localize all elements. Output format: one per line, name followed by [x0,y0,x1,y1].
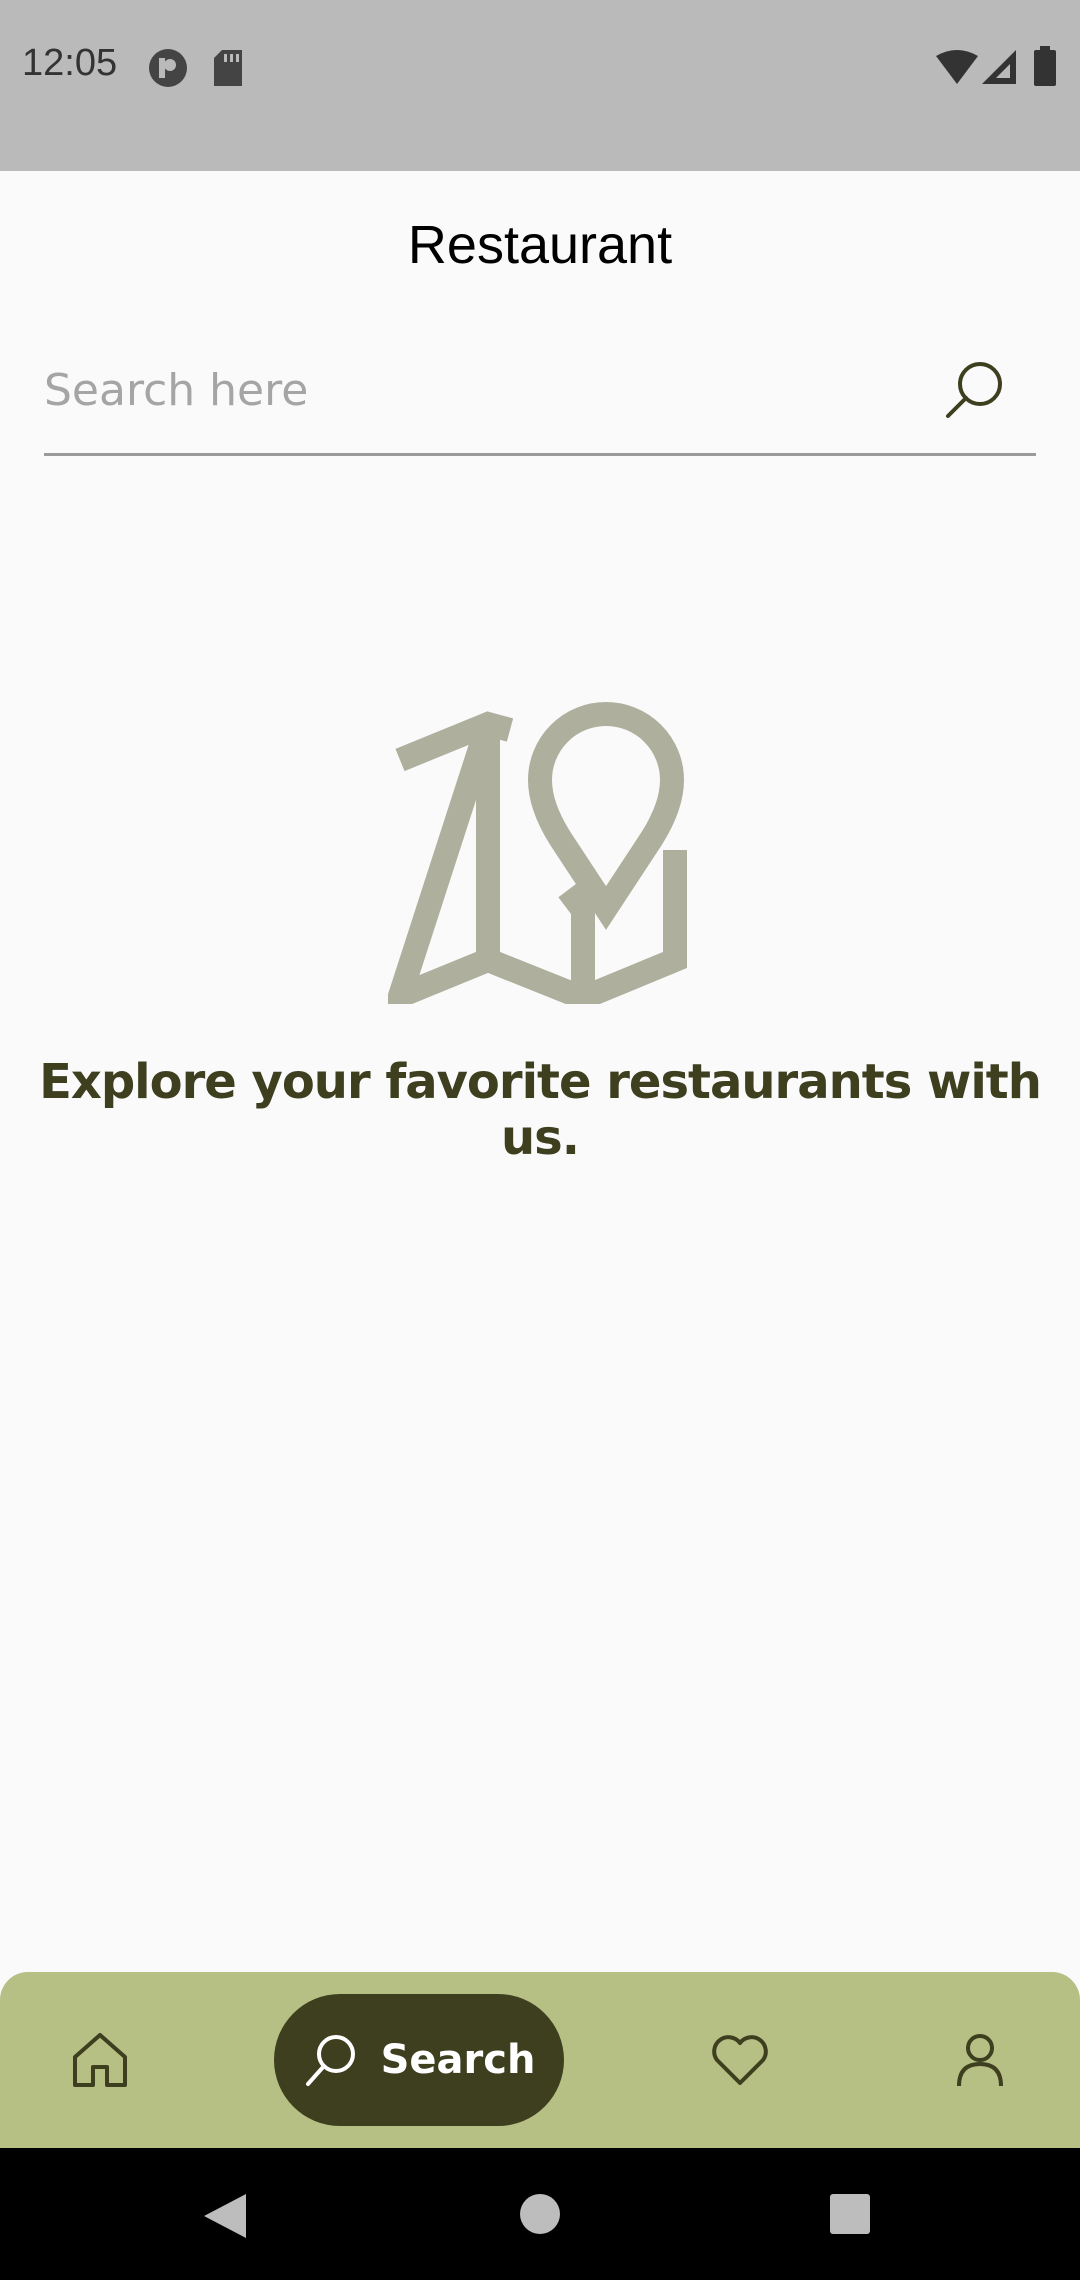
user-icon [957,2034,1003,2087]
home-icon [73,2033,127,2087]
app-notification-icon [149,49,187,87]
system-navigation-bar [0,2148,1080,2280]
cell-signal-icon [982,50,1016,84]
search-input[interactable] [44,340,924,440]
search-bar [44,340,1036,456]
status-bar: 12:05 [0,0,1080,171]
nav-search-label: Search [380,2037,536,2083]
bottom-navigation: Search [0,1972,1080,2148]
empty-state-message: Explore your favorite restaurants with u… [39,1054,1042,1166]
sd-card-icon [214,50,242,86]
recents-icon[interactable] [830,2194,870,2234]
nav-favorites[interactable] [680,1972,800,2148]
battery-icon [1034,46,1056,86]
wifi-icon [936,50,978,84]
nav-home[interactable] [40,1972,160,2148]
search-icon[interactable] [942,358,1006,422]
search-icon [305,2035,355,2086]
back-icon[interactable] [204,2194,246,2238]
nav-profile[interactable] [920,1972,1040,2148]
map-pin-icon [388,702,687,1004]
nav-search[interactable]: Search [274,1994,564,2126]
status-time: 12:05 [22,42,118,84]
heart-icon [712,2035,768,2085]
home-circle-icon[interactable] [520,2194,560,2234]
page-title: Restaurant [407,215,673,275]
